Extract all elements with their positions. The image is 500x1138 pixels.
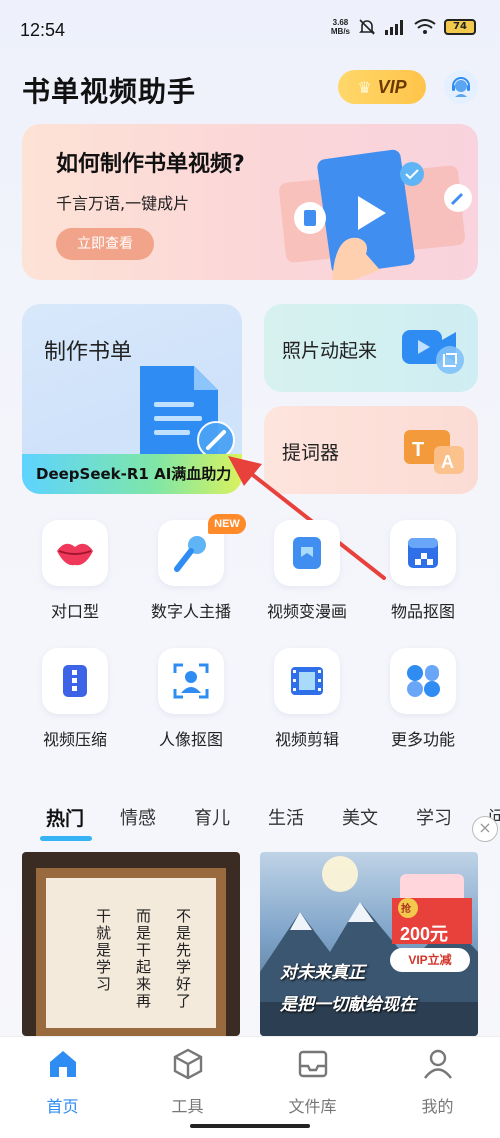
photo-animate-card[interactable]: 照片动起来 [264,304,478,392]
content-card-landscape[interactable]: 抢 200元 VIP立减 对未来真正 是把一切献给现在 [260,852,478,1036]
film-edit-icon [291,667,323,695]
app-title: 书单视频助手 [22,75,197,108]
more-grid-icon [407,665,440,697]
content-card-calligraphy[interactable]: 不是先学好了 而是干起来再 干就是学习 [22,852,240,1036]
poem-line: 是把一切献给现在 [280,995,416,1015]
calligraphy-frame: 不是先学好了 而是干起来再 干就是学习 [36,868,226,1036]
nav-home[interactable]: 首页 [0,1047,125,1117]
nav-file-library[interactable]: 文件库 [250,1047,375,1117]
status-icons: 3.68 MB/s 74 [331,18,476,36]
calligraphy-column: 不是先学好了 [174,908,192,1010]
close-icon[interactable]: × [472,816,498,842]
tool-label: 视频压缩 [42,730,107,749]
tool-video-edit[interactable]: 视频剪辑 [252,648,362,758]
lips-icon [57,543,93,566]
tool-lip-sync[interactable]: 对口型 [20,520,130,630]
mute-bell-icon [359,19,375,35]
tutorial-banner[interactable]: 如何制作书单视频? 千言万语,一键成片 立即查看 [22,124,478,280]
status-time: 12:54 [20,20,66,40]
tool-portrait-cutout[interactable]: 人像抠图 [136,648,246,758]
poem-line: 对未来真正 [280,963,365,983]
home-indicator [190,1124,310,1128]
active-tab-indicator [40,836,92,841]
microphone-icon [174,536,206,572]
banner-subtitle: 千言万语,一键成片 [56,194,190,213]
banner-title: 如何制作书单视频? [56,152,245,177]
home-icon [49,1051,76,1077]
tool-label: 视频剪辑 [274,730,339,749]
tab-study[interactable]: 学习 [416,804,452,830]
tab-hot[interactable]: 热门 [46,804,84,831]
bottom-navigation: 首页 工具 文件库 我的 [0,1036,500,1138]
svg-text:A: A [441,452,454,472]
status-bar: 12:54 3.68 MB/s 74 [0,0,500,60]
customer-service-icon[interactable] [444,70,478,104]
nav-tools[interactable]: 工具 [125,1047,250,1117]
nav-profile[interactable]: 我的 [375,1047,500,1117]
network-speed: 3.68 MB/s [330,18,350,36]
calligraphy-column: 干就是学习 [94,908,112,993]
category-tabs: 热门 情感 育儿 生活 美文 学习 问 [0,800,500,844]
compress-icon [63,665,87,697]
vip-button[interactable]: ♛ VIP [338,70,426,104]
comic-icon [293,537,321,569]
make-booklist-card[interactable]: 制作书单 DeepSeek-R1 AI满血助力 [22,304,242,494]
grab-tag: 抢 [401,904,411,915]
box-cutout-icon [408,538,438,568]
tool-label: 对口型 [50,602,99,621]
wifi-icon [414,19,436,34]
tools-cube-icon [173,1048,202,1080]
signal-icon [385,20,403,35]
inbox-icon [298,1050,327,1078]
new-badge: NEW [208,514,246,534]
tool-digital-host[interactable]: 数字人主播 [136,520,246,630]
calligraphy-column: 而是干起来再 [134,908,152,1010]
tool-label: 更多功能 [390,730,455,749]
tab-life[interactable]: 生活 [268,804,304,830]
tab-emotion[interactable]: 情感 [120,804,156,830]
text-font-icon: T A [404,430,464,474]
photo-animate-label: 照片动起来 [282,340,378,362]
tool-label: 数字人主播 [150,602,231,621]
tool-label: 物品抠图 [390,602,455,621]
vip-discount-promo[interactable]: 抢 200元 VIP立减 [390,868,474,978]
vip-discount-pill[interactable]: VIP立减 [390,948,470,972]
tool-video-to-comic[interactable]: 视频变漫画 [252,520,362,630]
tab-parenting[interactable]: 育儿 [194,804,230,830]
svg-text:T: T [412,439,424,461]
profile-icon [423,1049,452,1079]
promo-amount: 200元 [400,924,449,944]
tool-object-cutout[interactable]: 物品抠图 [368,520,478,630]
crown-icon: ♛ [357,77,372,97]
tab-prose[interactable]: 美文 [342,804,378,830]
deepseek-ai-strip: DeepSeek-R1 AI满血助力 [22,454,242,494]
make-booklist-label: 制作书单 [44,340,133,365]
tool-label: 人像抠图 [158,730,223,749]
tool-more-features[interactable]: 更多功能 [368,648,478,758]
battery-indicator: 74 [444,19,476,35]
portrait-cutout-icon [173,663,209,699]
tutorial-illustration-icon [279,149,472,280]
tool-video-compress[interactable]: 视频压缩 [20,648,130,758]
view-now-button[interactable]: 立即查看 [56,228,154,260]
document-edit-icon [140,366,235,458]
video-crop-icon [402,330,464,374]
tool-label: 视频变漫画 [266,602,347,621]
